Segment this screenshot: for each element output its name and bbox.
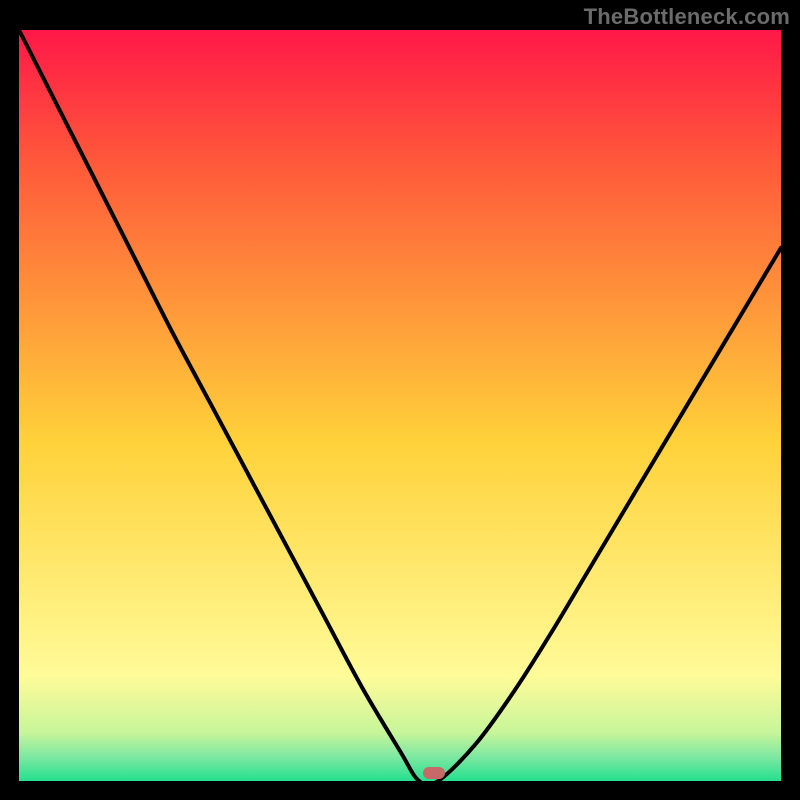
data-marker — [423, 767, 445, 779]
watermark-text: TheBottleneck.com — [584, 4, 790, 30]
chart-frame: TheBottleneck.com — [0, 0, 800, 800]
plot-svg — [19, 30, 781, 781]
plot-background — [19, 30, 781, 781]
plot-area — [19, 30, 781, 781]
